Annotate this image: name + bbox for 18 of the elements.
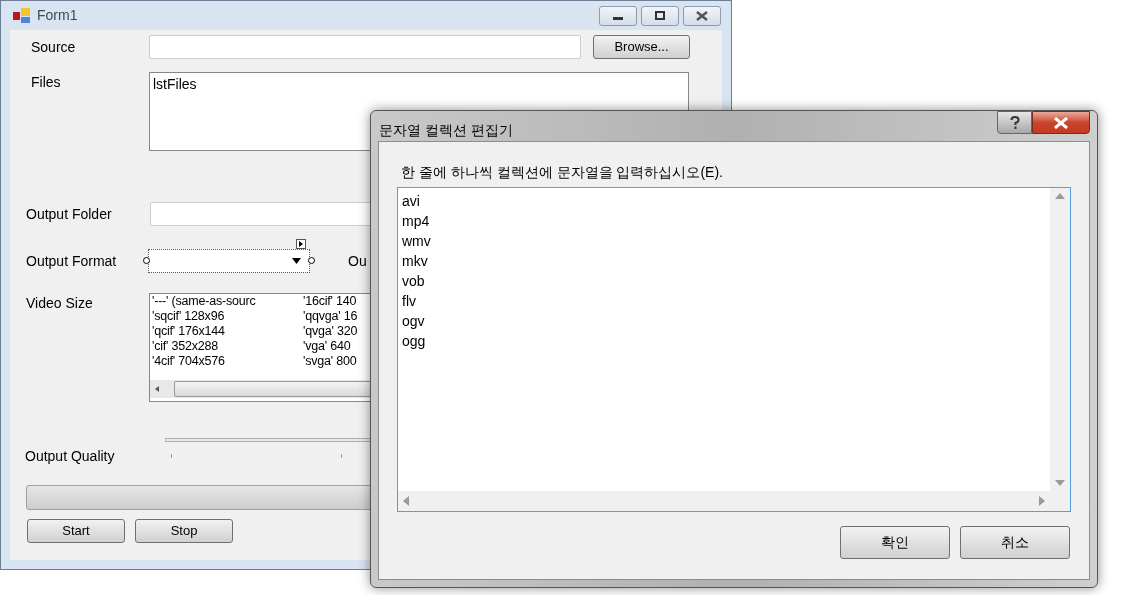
field-label: Video Size xyxy=(26,294,94,313)
text-line: avi xyxy=(402,192,421,211)
text-line: flv xyxy=(402,292,417,311)
text-line: wmv xyxy=(402,232,432,251)
field-label: Ou xyxy=(348,251,367,271)
field-label: Output Folder xyxy=(26,204,113,224)
field-label: Output Quality xyxy=(25,447,116,462)
prompt-label: 한 줄에 하나씩 컬렉션에 문자열을 입력하십시오(E). xyxy=(401,163,724,182)
field-label: Output Format xyxy=(26,251,118,271)
text-line: mp4 xyxy=(402,212,431,231)
field-label: Files xyxy=(31,73,62,92)
dialog-title: 문자열 컬렉션 편집기 xyxy=(379,121,513,140)
text-line: ogv xyxy=(402,312,426,331)
text-line: mkv xyxy=(402,252,429,271)
field-label: Source xyxy=(31,37,77,57)
text-line: ogg xyxy=(402,332,427,351)
text-line: vob xyxy=(402,272,426,291)
window-title: Form1 xyxy=(37,6,78,25)
